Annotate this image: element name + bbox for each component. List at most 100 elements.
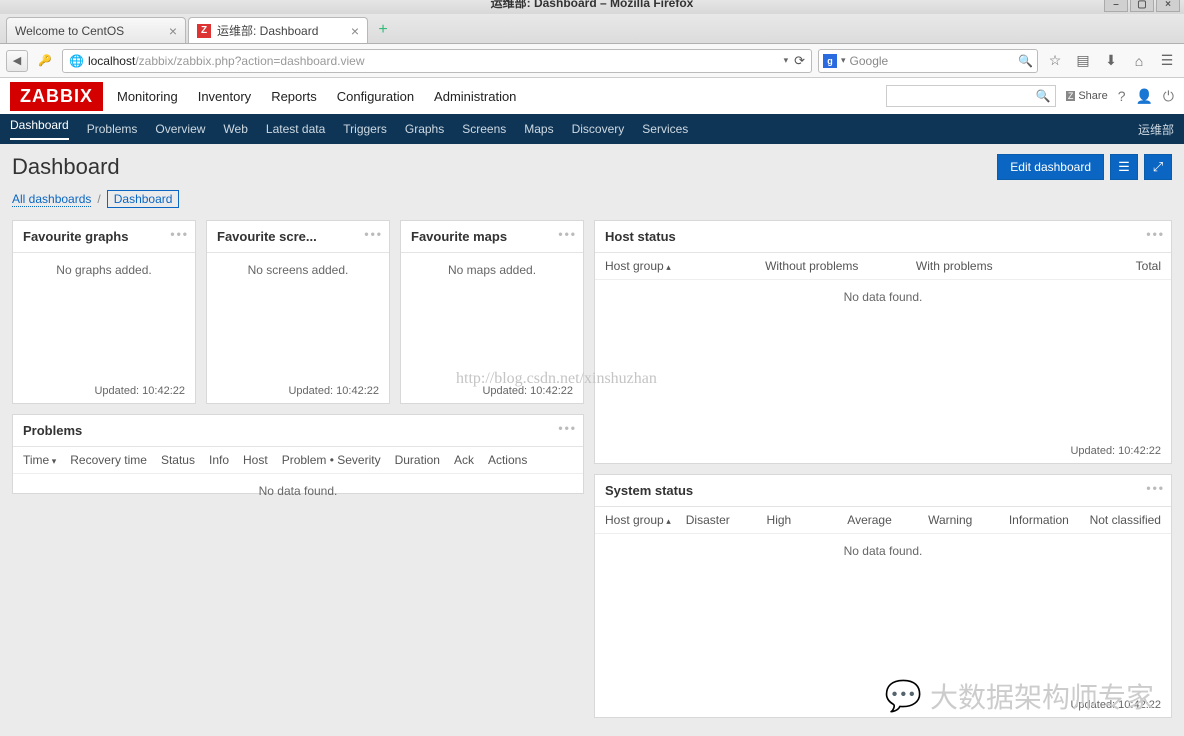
subnav-latest-data[interactable]: Latest data — [266, 122, 325, 136]
host-status-table-header: Host group Without problems With problem… — [595, 253, 1171, 280]
widget-menu-icon[interactable]: ••• — [558, 227, 577, 241]
fullscreen-button[interactable]: ⤢ — [1144, 154, 1172, 180]
browser-search[interactable]: g ▾ Google 🔍 — [818, 49, 1038, 73]
zabbix-header: ZABBIX Monitoring Inventory Reports Conf… — [0, 78, 1184, 114]
nav-reports[interactable]: Reports — [271, 79, 317, 114]
col-host-group[interactable]: Host group — [605, 259, 734, 273]
bookmark-star-icon[interactable]: ☆ — [1044, 52, 1066, 69]
tab-label: Welcome to CentOS — [15, 24, 124, 38]
breadcrumb-current: Dashboard — [107, 190, 180, 208]
col-information[interactable]: Information — [1009, 513, 1076, 527]
col-without-problems[interactable]: Without problems — [748, 259, 877, 273]
search-placeholder: Google — [850, 54, 889, 68]
breadcrumb-separator: / — [97, 192, 100, 206]
col-host-group[interactable]: Host group — [605, 513, 672, 527]
widget-empty-text: No graphs added. — [13, 253, 195, 379]
home-icon[interactable]: ⌂ — [1128, 53, 1150, 69]
subnav-overview[interactable]: Overview — [155, 122, 205, 136]
help-icon[interactable]: ? — [1118, 88, 1126, 104]
system-status-nodata: No data found. — [595, 534, 1171, 568]
tab-close-icon[interactable]: × — [351, 23, 359, 39]
subnav-problems[interactable]: Problems — [87, 122, 138, 136]
widget-menu-icon[interactable]: ••• — [558, 421, 577, 435]
window-maximize-button[interactable]: ▢ — [1130, 0, 1154, 12]
col-problem-severity[interactable]: Problem • Severity — [282, 453, 381, 467]
col-duration[interactable]: Duration — [395, 453, 440, 467]
downloads-icon[interactable]: ⬇ — [1100, 52, 1122, 69]
url-host: localhost — [88, 54, 135, 68]
col-with-problems[interactable]: With problems — [890, 259, 1019, 273]
widget-updated: Updated: 10:42:22 — [595, 693, 1171, 717]
security-icon[interactable]: 🔑 — [34, 50, 56, 72]
subnav-dashboard[interactable]: Dashboard — [10, 118, 69, 140]
browser-tabbar: Welcome to CentOS × Z 运维部: Dashboard × + — [0, 14, 1184, 44]
window-minimize-button[interactable]: – — [1104, 0, 1128, 12]
nav-administration[interactable]: Administration — [434, 79, 516, 114]
subnav-discovery[interactable]: Discovery — [572, 122, 625, 136]
list-view-button[interactable]: ☰ — [1110, 154, 1138, 180]
subnav-graphs[interactable]: Graphs — [405, 122, 444, 136]
col-host[interactable]: Host — [243, 453, 268, 467]
col-info[interactable]: Info — [209, 453, 229, 467]
subnav-services[interactable]: Services — [642, 122, 688, 136]
browser-tab-1[interactable]: Welcome to CentOS × — [6, 17, 186, 43]
widget-empty-text: No screens added. — [207, 253, 389, 379]
search-icon[interactable]: 🔍 — [1018, 54, 1033, 68]
tab-label: 运维部: Dashboard — [217, 22, 318, 39]
subnav-maps[interactable]: Maps — [524, 122, 553, 136]
page-content: Dashboard Edit dashboard ☰ ⤢ All dashboa… — [0, 144, 1184, 736]
clipboard-icon[interactable]: ▤ — [1072, 52, 1094, 69]
url-dropdown-icon[interactable]: ▾ — [784, 55, 789, 66]
col-ack[interactable]: Ack — [454, 453, 474, 467]
window-close-button[interactable]: × — [1156, 0, 1180, 12]
nav-configuration[interactable]: Configuration — [337, 79, 414, 114]
subnav-screens[interactable]: Screens — [462, 122, 506, 136]
widget-menu-icon[interactable]: ••• — [170, 227, 189, 241]
globe-icon: 🌐 — [69, 54, 84, 68]
power-icon[interactable]: ⏻ — [1163, 88, 1174, 105]
subnav-triggers[interactable]: Triggers — [343, 122, 387, 136]
subnav-web[interactable]: Web — [223, 122, 247, 136]
share-link[interactable]: ZShare — [1066, 90, 1108, 102]
reload-button[interactable]: ⟳ — [794, 53, 805, 69]
col-time[interactable]: Time — [23, 453, 56, 467]
col-average[interactable]: Average — [847, 513, 914, 527]
back-button[interactable]: ◀ — [6, 50, 28, 72]
nav-inventory[interactable]: Inventory — [198, 79, 251, 114]
breadcrumb-all-dashboards[interactable]: All dashboards — [12, 192, 91, 207]
col-actions[interactable]: Actions — [488, 453, 527, 467]
search-dropdown-icon[interactable]: ▾ — [841, 55, 846, 66]
browser-tab-2[interactable]: Z 运维部: Dashboard × — [188, 17, 368, 43]
widget-favourite-maps: Favourite maps••• No maps added. Updated… — [400, 220, 584, 404]
widget-problems: Problems ••• Time Recovery time Status In… — [12, 414, 584, 494]
widget-title: System status — [605, 483, 693, 498]
problems-table-header: Time Recovery time Status Info Host Prob… — [13, 447, 583, 474]
zabbix-logo[interactable]: ZABBIX — [10, 82, 103, 111]
breadcrumb: All dashboards / Dashboard — [12, 190, 1172, 208]
address-bar[interactable]: 🌐 localhost /zabbix/zabbix.php?action=da… — [62, 49, 812, 73]
col-total[interactable]: Total — [1033, 259, 1162, 273]
new-tab-button[interactable]: + — [374, 21, 392, 39]
nav-monitoring[interactable]: Monitoring — [117, 79, 178, 114]
col-high[interactable]: High — [767, 513, 834, 527]
col-status[interactable]: Status — [161, 453, 195, 467]
search-icon: 🔍 — [1036, 89, 1051, 103]
widget-title: Problems — [23, 423, 82, 438]
col-recovery-time[interactable]: Recovery time — [70, 453, 147, 467]
col-disaster[interactable]: Disaster — [686, 513, 753, 527]
col-not-classified[interactable]: Not classified — [1090, 513, 1161, 527]
zabbix-sub-nav: Dashboard Problems Overview Web Latest d… — [0, 114, 1184, 144]
widget-updated: Updated: 10:42:22 — [595, 439, 1171, 463]
widget-title: Favourite scre... — [217, 229, 317, 244]
widget-system-status: System status ••• Host group Disaster Hig… — [594, 474, 1172, 718]
zabbix-search[interactable]: 🔍 — [886, 85, 1056, 107]
user-icon[interactable]: 👤 — [1135, 88, 1152, 105]
zabbix-main-nav: Monitoring Inventory Reports Configurati… — [117, 79, 516, 114]
widget-menu-icon[interactable]: ••• — [1146, 481, 1165, 495]
widget-menu-icon[interactable]: ••• — [1146, 227, 1165, 241]
widget-menu-icon[interactable]: ••• — [364, 227, 383, 241]
menu-icon[interactable]: ☰ — [1156, 52, 1178, 69]
edit-dashboard-button[interactable]: Edit dashboard — [997, 154, 1104, 180]
tab-close-icon[interactable]: × — [169, 23, 177, 39]
col-warning[interactable]: Warning — [928, 513, 995, 527]
